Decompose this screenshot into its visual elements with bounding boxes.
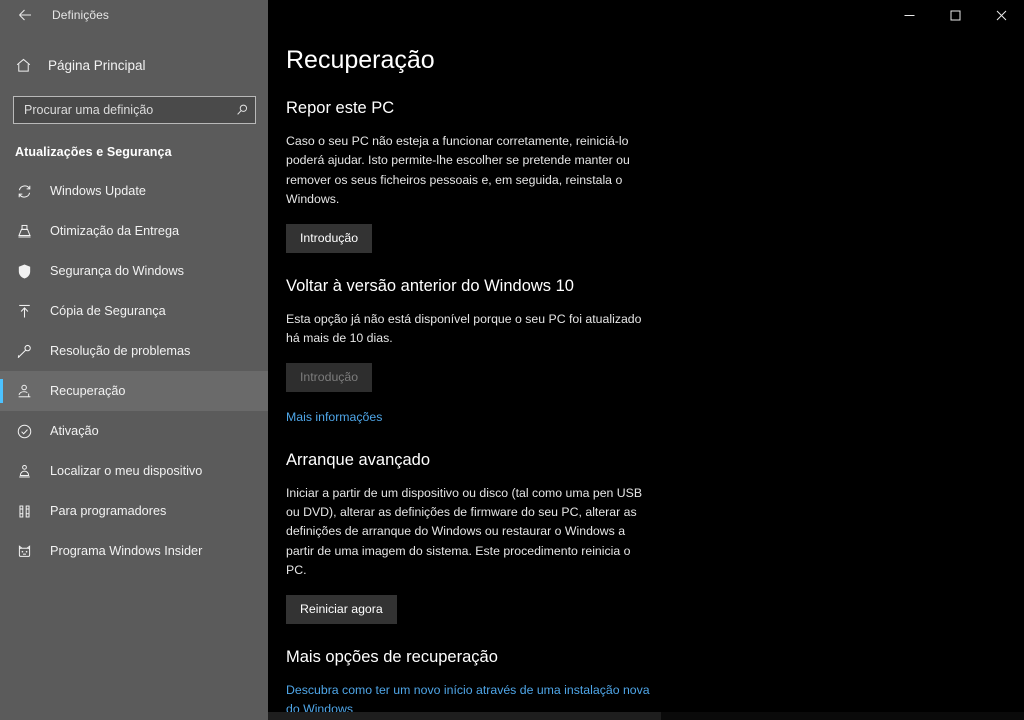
section-heading: Arranque avançado bbox=[286, 450, 431, 469]
sidebar-item-recovery[interactable]: Recuperação bbox=[0, 371, 268, 411]
sidebar-item-label: Ativação bbox=[50, 424, 99, 438]
wrench-icon bbox=[15, 342, 33, 360]
sidebar-item-windows-security[interactable]: Segurança do Windows bbox=[0, 251, 268, 291]
sidebar-item-label: Para programadores bbox=[50, 504, 167, 518]
sidebar-group-title: Atualizações e Segurança bbox=[15, 145, 172, 159]
window-controls bbox=[268, 0, 1024, 30]
more-info-link[interactable]: Mais informações bbox=[286, 408, 382, 427]
recovery-icon bbox=[15, 382, 33, 400]
maximize-button[interactable] bbox=[932, 0, 978, 30]
developer-tools-icon bbox=[15, 502, 33, 520]
minimize-button[interactable] bbox=[886, 0, 932, 30]
delivery-box-icon bbox=[15, 222, 33, 240]
horizontal-scrollbar[interactable] bbox=[268, 712, 1024, 720]
sidebar-item-label: Segurança do Windows bbox=[50, 264, 184, 278]
home-icon bbox=[14, 56, 32, 74]
sidebar-item-windows-insider[interactable]: Programa Windows Insider bbox=[0, 531, 268, 571]
sidebar: Definições Página Principal Atualizações… bbox=[0, 0, 268, 720]
sync-icon bbox=[15, 182, 33, 200]
sidebar-item-activation[interactable]: Ativação bbox=[0, 411, 268, 451]
upload-arrow-icon bbox=[15, 302, 33, 320]
section-reset-pc: Repor este PC Caso o seu PC não esteja a… bbox=[286, 99, 651, 253]
section-body: Iniciar a partir de um dispositivo ou di… bbox=[286, 485, 643, 578]
restart-now-button[interactable]: Reiniciar agora bbox=[286, 594, 397, 624]
sidebar-item-label: Windows Update bbox=[50, 184, 146, 198]
sidebar-item-label: Programa Windows Insider bbox=[50, 544, 203, 558]
sidebar-item-home[interactable]: Página Principal bbox=[0, 48, 268, 82]
close-button[interactable] bbox=[978, 0, 1024, 30]
sidebar-item-windows-update[interactable]: Windows Update bbox=[0, 171, 268, 211]
sidebar-item-delivery-optimization[interactable]: Otimização da Entrega bbox=[0, 211, 268, 251]
go-back-get-started-button[interactable]: Introdução bbox=[286, 362, 373, 392]
app-title: Definições bbox=[52, 8, 110, 22]
section-body: Esta opção já não está disponível porque… bbox=[286, 311, 642, 346]
sidebar-item-label: Localizar o meu dispositivo bbox=[50, 464, 203, 478]
sidebar-item-for-developers[interactable]: Para programadores bbox=[0, 491, 268, 531]
reset-pc-get-started-button[interactable]: Introdução bbox=[286, 223, 373, 253]
sidebar-item-backup[interactable]: Cópia de Segurança bbox=[0, 291, 268, 331]
scrollbar-thumb[interactable] bbox=[268, 712, 662, 720]
sidebar-item-troubleshoot[interactable]: Resolução de problemas bbox=[0, 331, 268, 371]
section-more-recovery-options: Mais opções de recuperação Descubra como… bbox=[286, 648, 651, 719]
sidebar-item-label: Recuperação bbox=[50, 384, 126, 398]
back-arrow-icon[interactable] bbox=[12, 4, 38, 26]
section-heading: Voltar à versão anterior do Windows 10 bbox=[286, 276, 574, 295]
check-circle-icon bbox=[15, 422, 33, 440]
section-heading: Repor este PC bbox=[286, 99, 395, 117]
search-box[interactable] bbox=[13, 96, 256, 124]
sidebar-nav: Windows Update Otimização da Entrega Seg… bbox=[0, 171, 268, 571]
shield-icon bbox=[15, 262, 33, 280]
content-scroll-region: Recuperação Repor este PC Caso o seu PC … bbox=[268, 30, 1024, 720]
window-titlebar-left: Definições bbox=[0, 0, 268, 30]
section-go-back-previous-version: Voltar à versão anterior do Windows 10 E… bbox=[286, 277, 651, 427]
sidebar-item-label: Otimização da Entrega bbox=[50, 224, 180, 238]
settings-window: Definições Página Principal Atualizações… bbox=[0, 0, 1024, 720]
section-heading: Mais opções de recuperação bbox=[286, 647, 498, 666]
search-icon[interactable] bbox=[235, 103, 249, 117]
sidebar-item-find-my-device[interactable]: Localizar o meu dispositivo bbox=[0, 451, 268, 491]
sidebar-item-label: Resolução de problemas bbox=[50, 344, 191, 358]
search-input[interactable] bbox=[24, 103, 235, 117]
insider-cat-icon bbox=[15, 542, 33, 560]
sidebar-home-label: Página Principal bbox=[48, 57, 146, 73]
section-body: Caso o seu PC não esteja a funcionar cor… bbox=[286, 134, 630, 207]
sidebar-item-label: Cópia de Segurança bbox=[50, 304, 166, 318]
section-advanced-startup: Arranque avançado Iniciar a partir de um… bbox=[286, 451, 651, 624]
content-area: Recuperação Repor este PC Caso o seu PC … bbox=[268, 0, 1024, 720]
page-title: Recuperação bbox=[286, 46, 435, 74]
locate-device-icon bbox=[15, 462, 33, 480]
